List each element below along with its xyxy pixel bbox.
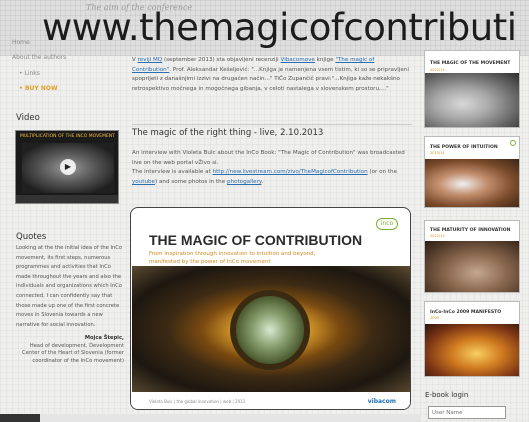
bottom-strip-dark	[0, 414, 40, 422]
play-icon[interactable]: ▶	[60, 159, 76, 175]
book-footer: Violeta Bulc | the global innovation | w…	[131, 392, 410, 409]
post-link-end: .	[261, 178, 264, 185]
book-title: THE MAGIC OF CONTRIBUTION	[149, 232, 363, 248]
quotes-heading: Quotes	[16, 232, 47, 242]
post-body-text: An interview with Violeta Bulc about the…	[132, 150, 405, 166]
bottom-strip	[0, 414, 420, 422]
photogallery-link[interactable]: photogallery	[227, 179, 261, 185]
book-card-intuition[interactable]: THE POWER OF INTUITION 2013/14	[424, 136, 520, 208]
quote-author-role: Head of development, Development Center …	[22, 342, 124, 364]
video-thumbnail[interactable]: MULTIPLICATION OF THE INCO MOVEMENT ▶	[15, 130, 119, 204]
nav-item-links-label: Links	[24, 70, 40, 77]
youtube-link[interactable]: youtube	[132, 179, 155, 185]
post-link-prefix: The interview is available at	[132, 169, 213, 176]
video-heading: Video	[16, 113, 40, 123]
quote-author: Mojca Štepic, Head of development, Devel…	[16, 335, 124, 365]
book-card-subtitle: 2009	[430, 316, 439, 320]
review-link-mq[interactable]: reviji MQ	[138, 57, 163, 63]
video-thumb-title: MULTIPLICATION OF THE INCO MOVEMENT	[20, 134, 115, 139]
review-paragraph: V reviji MQ (september 2013) sta objavlj…	[132, 56, 410, 94]
review-text-3: knjige	[314, 57, 336, 63]
inco-logo: inco	[376, 218, 398, 230]
video-controls-bar[interactable]	[16, 195, 118, 203]
book-card-title: THE POWER OF INTUITION	[430, 145, 498, 150]
review-text-4: . Prof. Aleksandar Kešeljević: "...Knjig…	[132, 66, 409, 92]
eye-iris	[230, 290, 310, 370]
book-card-title: THE MAGIC OF THE MOVEMENT	[430, 61, 511, 66]
book-subtitle-line1: From inspiration through innovation to i…	[149, 251, 316, 257]
book-card-image	[425, 73, 519, 127]
eye-photo	[132, 266, 410, 394]
book-subtitle-line2: manifested by the power of InCo movement	[149, 259, 271, 265]
book-card-image	[425, 241, 519, 292]
book-card-subtitle: 2013/14	[430, 151, 445, 155]
book-card-title: THE MATURITY OF INNOVATION	[430, 228, 511, 233]
page: The aim of the conference Home About the…	[0, 0, 529, 422]
review-link-vibacom[interactable]: Vibacomove	[281, 57, 315, 63]
nav-item-buy-now-label: BUY NOW	[24, 85, 58, 92]
book-cover[interactable]: inco THE MAGIC OF CONTRIBUTION From insp…	[130, 207, 411, 410]
book-card-subtitle: 2012/13	[430, 68, 445, 72]
nav-item-about-authors[interactable]: About the authors	[12, 54, 66, 61]
livestream-link[interactable]: http://new.livestream.com/zivo/TheMagico…	[213, 169, 368, 175]
username-input[interactable]	[428, 406, 506, 419]
book-footer-text: Violeta Bulc | the global innovation | w…	[149, 399, 246, 404]
book-card-image	[425, 159, 519, 207]
book-card-movement[interactable]: THE MAGIC OF THE MOVEMENT 2012/13	[424, 50, 520, 128]
book-card-title: InCo-InCo 2009 MANIFESTO	[430, 310, 502, 315]
divider	[132, 124, 412, 125]
inco-badge-icon	[510, 140, 516, 146]
post-title[interactable]: The magic of the right thing - live, 2.1…	[132, 128, 323, 138]
vibacom-logo: vibacom	[367, 398, 396, 405]
quote-author-name: Mojca Štepic,	[84, 335, 124, 341]
post-link-mid2: ) and some photos in the	[155, 178, 227, 185]
book-subtitle: From inspiration through innovation to i…	[149, 250, 315, 266]
post-link-mid: (or on the	[367, 169, 398, 176]
nav-item-home[interactable]: Home	[12, 39, 30, 46]
ebook-login-heading: E-book login	[425, 391, 469, 399]
quote-body: Looking at the the initial idea of the I…	[16, 245, 123, 328]
book-card-image	[425, 324, 519, 376]
post-body: An interview with Violeta Bulc about the…	[132, 149, 410, 187]
book-card-manifesto[interactable]: InCo-InCo 2009 MANIFESTO 2009	[424, 301, 520, 377]
nav-item-links[interactable]: • Links	[19, 70, 40, 77]
book-card-subtitle: 2012/13	[430, 234, 445, 238]
book-card-innovation[interactable]: THE MATURITY OF INNOVATION 2012/13	[424, 220, 520, 293]
site-url-watermark: www.themagicofcontributi	[42, 6, 517, 49]
nav-item-buy-now[interactable]: • BUY NOW	[19, 85, 58, 92]
review-text-2: (september 2013) sta objavljeni recenzij…	[162, 57, 281, 63]
